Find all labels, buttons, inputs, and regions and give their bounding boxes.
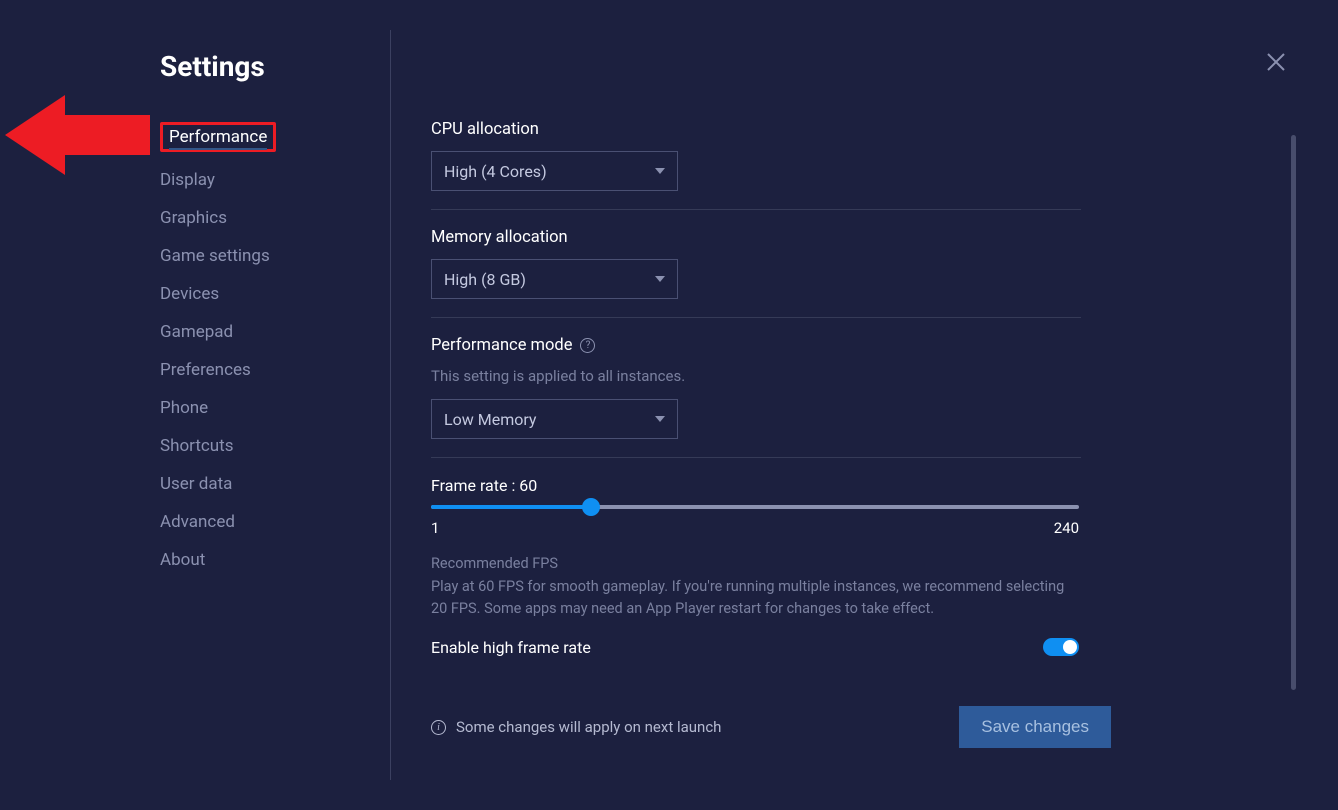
sidebar-item-performance[interactable]: Performance [160,113,390,161]
main-panel: CPU allocation High (4 Cores) Memory all… [390,30,1338,780]
sidebar-item-label: Devices [160,284,219,304]
chevron-down-icon [655,416,665,422]
sidebar-item-label: Game settings [160,246,270,266]
chevron-down-icon [655,168,665,174]
sidebar: Settings Performance Display Graphics Ga… [160,0,390,810]
high-frame-rate-toggle[interactable] [1043,638,1079,656]
performance-mode-label: Performance mode ? [431,336,1081,355]
select-value: Low Memory [444,410,536,429]
slider-max: 240 [1054,519,1079,537]
sidebar-item-label: Performance [169,127,267,150]
divider [431,317,1081,318]
sidebar-item-devices[interactable]: Devices [160,275,390,313]
high-frame-rate-label: Enable high frame rate [431,638,591,657]
save-changes-button[interactable]: Save changes [959,706,1111,748]
slider-fill [431,505,591,509]
sidebar-item-advanced[interactable]: Advanced [160,503,390,541]
sidebar-item-display[interactable]: Display [160,161,390,199]
performance-mode-label-text: Performance mode [431,336,572,355]
sidebar-item-label: Advanced [160,512,235,532]
memory-allocation-select[interactable]: High (8 GB) [431,259,678,299]
divider [431,209,1081,210]
slider-range-labels: 1 240 [431,519,1079,537]
cpu-allocation-label: CPU allocation [431,120,1081,139]
sidebar-item-label: Display [160,170,215,190]
chevron-down-icon [655,276,665,282]
frame-rate-value: 60 [519,476,537,495]
sidebar-item-label: User data [160,474,232,494]
slider-min: 1 [431,519,439,537]
toggle-dot [1063,640,1077,654]
info-icon: i [431,720,446,735]
select-value: High (8 GB) [444,270,526,289]
sidebar-item-phone[interactable]: Phone [160,389,390,427]
select-value: High (4 Cores) [444,162,547,181]
sidebar-item-about[interactable]: About [160,541,390,579]
recommended-fps-text: Play at 60 FPS for smooth gameplay. If y… [431,576,1071,620]
sidebar-item-user-data[interactable]: User data [160,465,390,503]
footer-notice: Some changes will apply on next launch [456,718,721,736]
memory-allocation-label: Memory allocation [431,228,1081,247]
sidebar-item-label: Preferences [160,360,251,380]
sidebar-item-graphics[interactable]: Graphics [160,199,390,237]
frame-rate-slider[interactable] [431,505,1079,509]
sidebar-item-label: Shortcuts [160,436,234,456]
slider-thumb[interactable] [582,498,600,516]
recommended-fps-title: Recommended FPS [431,555,1081,572]
frame-rate-prefix: Frame rate : [431,476,519,495]
frame-rate-label: Frame rate : 60 [431,476,1081,495]
sidebar-item-label: Graphics [160,208,227,228]
sidebar-item-label: About [160,550,205,570]
sidebar-item-preferences[interactable]: Preferences [160,351,390,389]
performance-mode-subtext: This setting is applied to all instances… [431,367,1081,385]
page-title: Settings [160,50,390,83]
pointer-arrow-annotation [5,85,155,189]
cpu-allocation-select[interactable]: High (4 Cores) [431,151,678,191]
scrollbar[interactable] [1291,135,1296,690]
sidebar-item-shortcuts[interactable]: Shortcuts [160,427,390,465]
divider [431,457,1081,458]
sidebar-item-label: Gamepad [160,322,233,342]
sidebar-item-game-settings[interactable]: Game settings [160,237,390,275]
performance-mode-select[interactable]: Low Memory [431,399,678,439]
help-icon[interactable]: ? [580,338,595,353]
sidebar-item-label: Phone [160,398,208,418]
sidebar-item-gamepad[interactable]: Gamepad [160,313,390,351]
